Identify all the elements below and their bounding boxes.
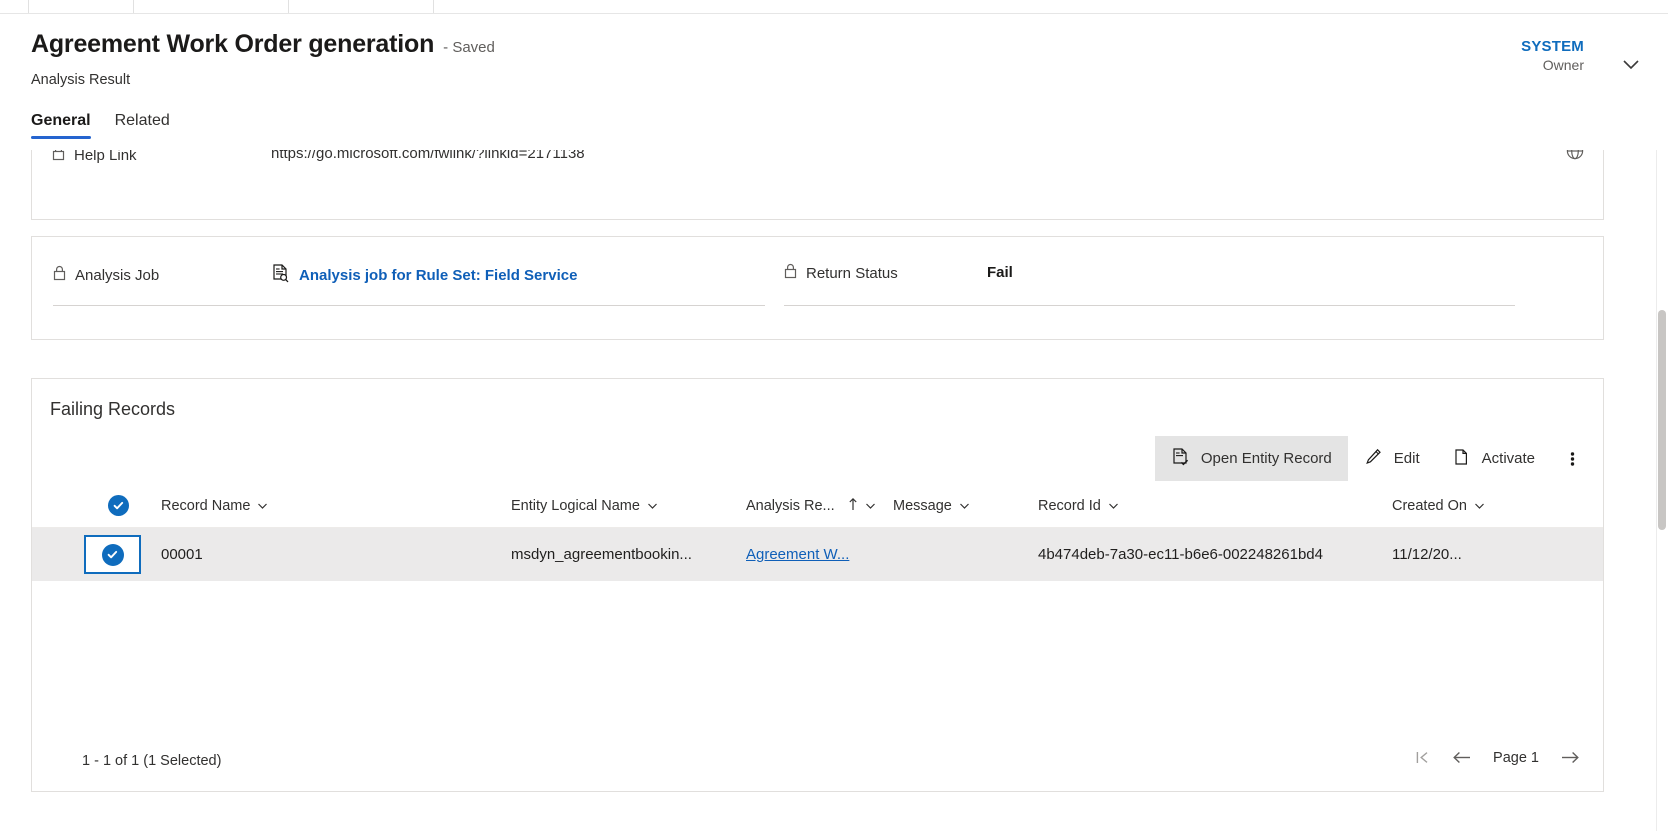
cell-analysis-result[interactable]: Agreement W... (746, 528, 849, 581)
edit-button[interactable]: Edit (1348, 436, 1436, 481)
help-link-value[interactable]: https://go.microsoft.com/fwlink/?linkid=… (271, 150, 585, 162)
activate-page-icon (1452, 447, 1471, 471)
more-vertical-icon[interactable] (1551, 436, 1593, 481)
grid-footer: 1 - 1 of 1 (1 Selected) Page 1 (32, 735, 1603, 791)
select-all-checkbox[interactable] (108, 495, 129, 516)
next-page-icon[interactable] (1559, 749, 1581, 766)
owner-field[interactable]: SYSTEM Owner (1521, 38, 1584, 74)
cell-created-on: 11/12/20... (1392, 546, 1462, 563)
cell-analysis-result-link[interactable]: Agreement W... (746, 546, 849, 563)
return-status-label-group: Return Status (784, 263, 898, 283)
chevron-down-icon (257, 498, 268, 514)
chevron-down-icon[interactable] (1616, 54, 1646, 76)
column-header-record-id[interactable]: Record Id (1038, 484, 1119, 528)
page-number-label: Page 1 (1493, 749, 1539, 766)
cell-entity-logical-name: msdyn_agreementbookin... (511, 546, 692, 563)
column-header-entity-logical-name-label: Entity Logical Name (511, 498, 640, 514)
page-scrollbar[interactable] (1656, 150, 1668, 831)
column-header-created-on[interactable]: Created On (1392, 484, 1485, 528)
tab-related-label: Related (114, 112, 170, 129)
return-status-label: Return Status (806, 264, 898, 282)
title-area: Agreement Work Order generation - Saved (31, 30, 495, 59)
help-link-label-group: Help Link (52, 150, 137, 165)
checkmark-icon (101, 543, 124, 566)
form-body: Help Link https://go.microsoft.com/fwlin… (0, 150, 1668, 831)
return-status-value: Fail (987, 264, 1013, 281)
lock-icon (53, 265, 66, 285)
cell-record-name: 00001 (161, 546, 203, 563)
previous-page-icon[interactable] (1451, 749, 1473, 766)
column-header-created-on-label: Created On (1392, 498, 1467, 514)
column-header-record-name[interactable]: Record Name (161, 484, 268, 528)
entity-name-label: Analysis Result (31, 72, 131, 88)
page-title: Agreement Work Order generation (31, 30, 435, 58)
analysis-job-underline (53, 305, 765, 306)
activate-button[interactable]: Activate (1436, 436, 1551, 481)
sort-ascending-icon (848, 497, 858, 515)
owner-role-label: Owner (1542, 56, 1584, 73)
cell-record-id: 4b474deb-7a30-ec11-b6e6-002248261bd4 (1038, 546, 1323, 563)
chevron-down-icon (1474, 498, 1485, 514)
open-entity-record-button[interactable]: Open Entity Record (1154, 436, 1348, 481)
lock-icon (52, 150, 65, 165)
browser-tab-strip (0, 0, 1668, 14)
table-row[interactable]: 00001 msdyn_agreementbookin... Agreement… (32, 528, 1603, 581)
globe-icon[interactable] (1565, 150, 1585, 166)
owner-name[interactable]: SYSTEM (1521, 38, 1584, 57)
tab-general-label: General (31, 112, 91, 129)
chevron-down-icon (1108, 498, 1119, 514)
return-status-underline (784, 305, 1515, 306)
analysis-job-label-group: Analysis Job (53, 265, 159, 285)
subgrid-command-bar: Open Entity Record Edit Activate (1154, 436, 1593, 481)
document-search-icon (271, 263, 290, 288)
pagination-controls: Page 1 (1414, 749, 1581, 766)
column-header-record-name-label: Record Name (161, 498, 251, 514)
analysis-job-value-group[interactable]: Analysis job for Rule Set: Field Service (271, 263, 577, 288)
record-count-label: 1 - 1 of 1 (1 Selected) (82, 753, 222, 769)
grid-header-row: Record Name Entity Logical Name Analysis… (32, 484, 1603, 528)
open-entity-record-label: Open Entity Record (1200, 450, 1332, 467)
form-tabs: General Related (31, 112, 170, 139)
lock-icon (784, 263, 797, 283)
analysis-job-label: Analysis Job (75, 266, 160, 284)
failing-records-subgrid: Failing Records Open Entity Record Edit … (31, 378, 1604, 792)
column-header-message[interactable]: Message (893, 484, 970, 528)
activate-label: Activate (1481, 450, 1535, 467)
save-status: - Saved (443, 39, 495, 56)
subgrid-title: Failing Records (50, 399, 176, 419)
chevron-down-icon (647, 498, 658, 514)
edit-label: Edit (1393, 450, 1420, 467)
column-header-record-id-label: Record Id (1038, 498, 1101, 514)
column-header-analysis-result-label: Analysis Re... (746, 498, 835, 514)
pencil-icon (1364, 447, 1383, 471)
help-link-label: Help Link (74, 150, 137, 164)
first-page-icon[interactable] (1414, 749, 1431, 766)
open-entity-record-icon (1171, 447, 1190, 471)
help-link-section: Help Link https://go.microsoft.com/fwlin… (31, 150, 1604, 220)
analysis-job-link[interactable]: Analysis job for Rule Set: Field Service (299, 267, 577, 284)
tab-related[interactable]: Related (115, 112, 170, 139)
chevron-down-icon (865, 498, 876, 514)
application-window: Agreement Work Order generation - Saved … (0, 0, 1668, 831)
tab-general[interactable]: General (31, 112, 91, 139)
analysis-job-section: Analysis Job Analysis job for Rule Set: … (31, 236, 1604, 340)
column-header-entity-logical-name[interactable]: Entity Logical Name (511, 484, 658, 528)
column-header-message-label: Message (893, 498, 952, 514)
page-scrollbar-thumb[interactable] (1658, 310, 1666, 530)
row-select-checkbox[interactable] (84, 535, 141, 574)
chevron-down-icon (959, 498, 970, 514)
column-header-analysis-result[interactable]: Analysis Re... (746, 484, 876, 528)
form-header: Agreement Work Order generation - Saved … (0, 14, 1668, 146)
